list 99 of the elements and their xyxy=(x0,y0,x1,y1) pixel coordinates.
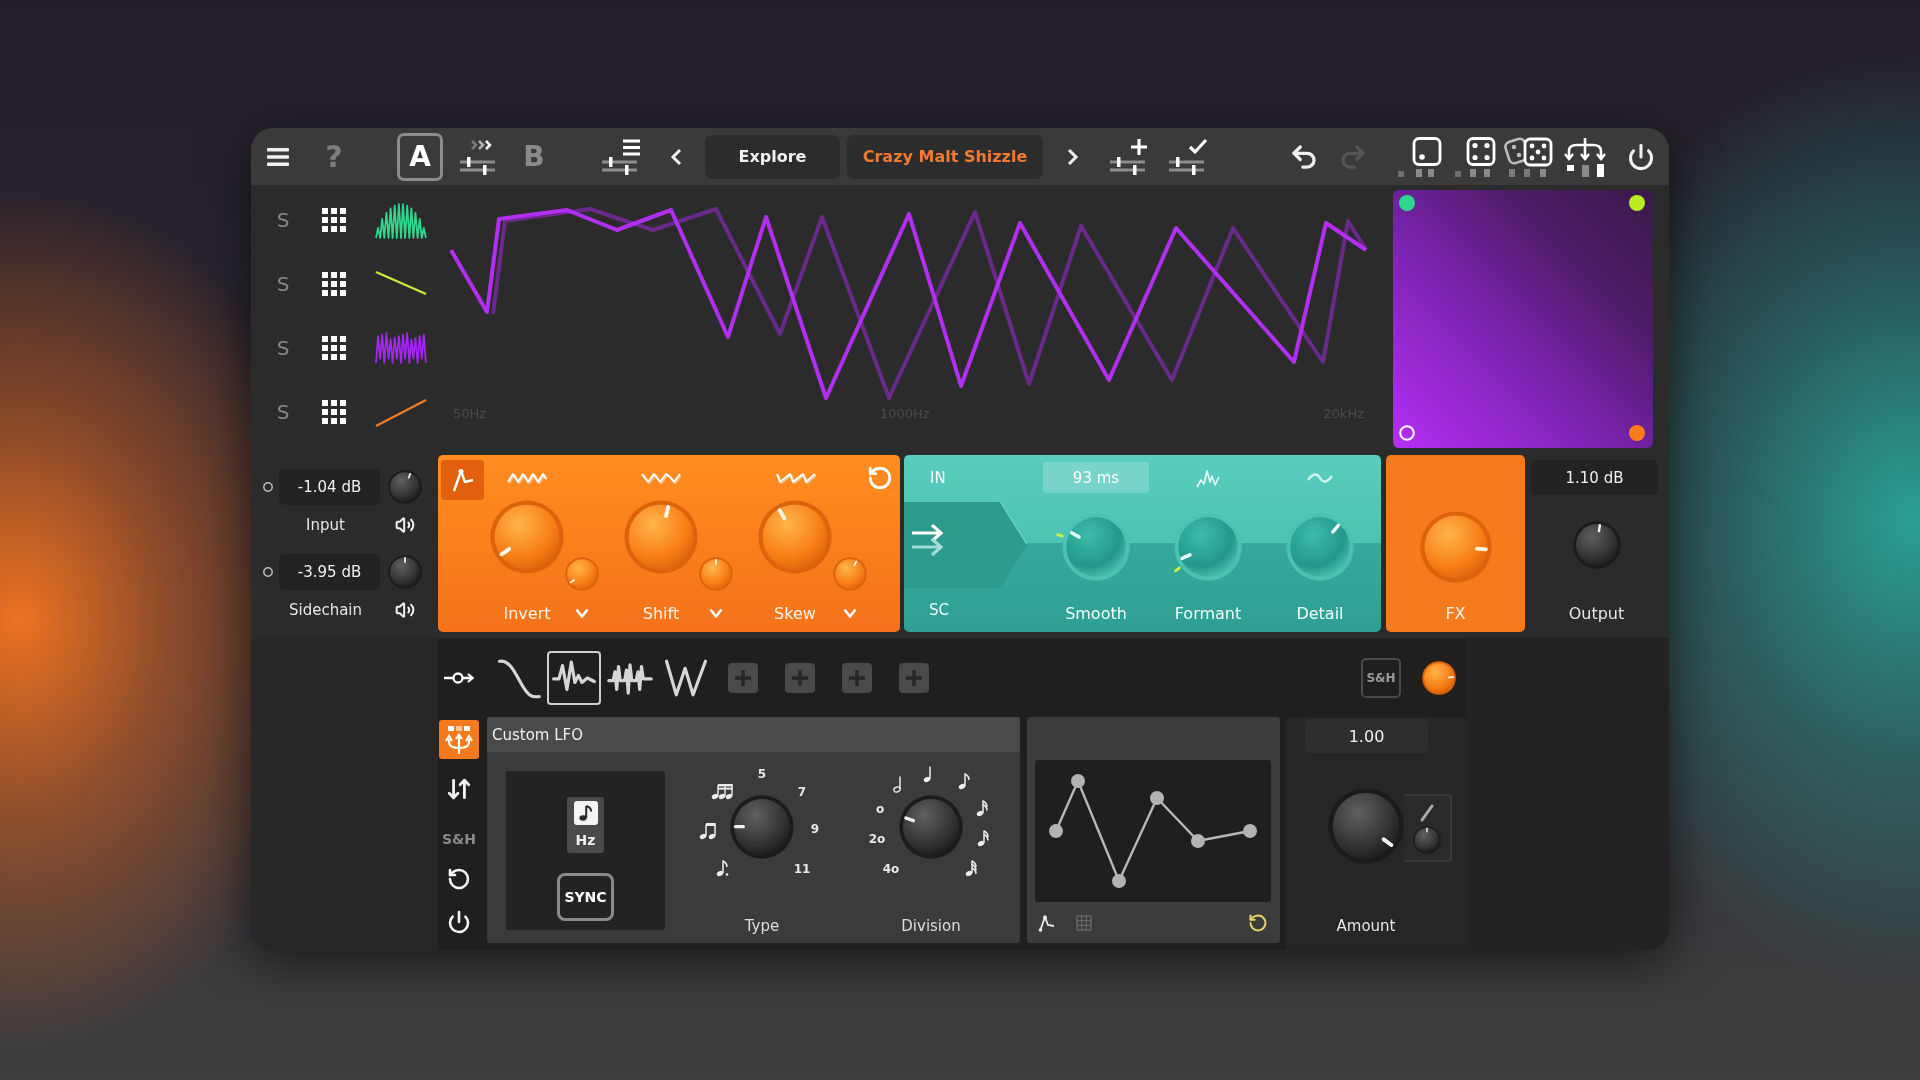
dotted-note-icon xyxy=(715,859,729,877)
grid-icon[interactable] xyxy=(322,400,346,424)
slash-icon xyxy=(1420,804,1434,822)
waveform-icon[interactable] xyxy=(374,200,428,240)
note-tile-icon xyxy=(573,801,598,825)
power-icon[interactable] xyxy=(447,910,471,934)
knob-label: Invert xyxy=(502,603,552,623)
value-display[interactable]: -1.04 dB xyxy=(279,469,380,505)
menu-icon[interactable] xyxy=(267,147,289,166)
rate-mode-button[interactable]: Hz xyxy=(567,797,604,853)
graph-point[interactable] xyxy=(1049,824,1063,838)
dot-icon[interactable] xyxy=(1399,195,1415,211)
eighth-note-icon xyxy=(957,772,971,790)
dial-tick-label: 2o xyxy=(868,832,886,846)
dot-icon[interactable] xyxy=(1629,425,1645,441)
triplet-notes-icon xyxy=(711,782,733,800)
peak-curve-icon[interactable] xyxy=(1038,913,1056,932)
dial-tick-label: 7 xyxy=(797,785,807,799)
solo-button[interactable]: S xyxy=(273,270,293,298)
double-arrow-icon xyxy=(910,523,944,557)
ring-icon[interactable] xyxy=(263,567,273,577)
graph-point[interactable] xyxy=(1071,774,1085,788)
knob-label: Type xyxy=(744,917,780,935)
power-icon[interactable] xyxy=(1627,142,1655,171)
chevron-left-icon[interactable] xyxy=(669,146,683,167)
knob-label: Smooth xyxy=(1065,603,1127,623)
dial-tick-label: 9 xyxy=(810,822,820,836)
routing-button[interactable] xyxy=(439,720,479,759)
up-down-arrows-icon[interactable] xyxy=(446,776,472,802)
sliders-check-icon[interactable] xyxy=(1168,137,1208,176)
sliders-plus-icon[interactable] xyxy=(1109,137,1149,176)
dial-tick-label: o xyxy=(875,802,885,816)
grid-icon[interactable] xyxy=(322,272,346,296)
in-label: IN xyxy=(930,468,946,487)
sample-hold-button[interactable]: S&H xyxy=(442,830,476,848)
explore-button[interactable]: Explore xyxy=(705,134,840,179)
sc-label: SC xyxy=(929,601,949,619)
preset-name-button[interactable]: Crazy Malt Shizzle xyxy=(847,134,1043,179)
sixteenth-note-icon xyxy=(975,799,989,817)
slot-button[interactable]: A xyxy=(397,132,443,181)
speaker-icon[interactable] xyxy=(395,515,415,535)
chevron-right-icon[interactable] xyxy=(1066,146,1080,167)
knob-label: Skew xyxy=(773,603,817,623)
caret-icon[interactable] xyxy=(709,608,723,618)
knob-label: Sidechain xyxy=(287,601,364,619)
peak-curve-icon xyxy=(451,468,474,492)
knob-label: FX xyxy=(1445,603,1466,623)
knob-label: Detail xyxy=(1296,603,1344,623)
graph-point[interactable] xyxy=(1191,834,1205,848)
dial-tick-label: 11 xyxy=(793,862,811,876)
knob-label: Amount xyxy=(1335,917,1397,935)
knob-label: Formant xyxy=(1174,603,1242,623)
value-display[interactable]: -3.95 dB xyxy=(279,554,380,590)
connector-icon[interactable] xyxy=(444,670,474,685)
plus-icon xyxy=(849,669,865,686)
knob-label: Division xyxy=(901,917,961,935)
grid-icon[interactable] xyxy=(322,208,346,232)
thirty-second-note-icon xyxy=(964,859,978,877)
solo-button[interactable]: S xyxy=(273,206,293,234)
graph-background[interactable] xyxy=(1035,760,1271,902)
speaker-icon[interactable] xyxy=(395,600,415,620)
dial-tick-label: 4o xyxy=(882,862,900,876)
slot-button[interactable]: B xyxy=(511,132,557,181)
dice-icon[interactable] xyxy=(1453,136,1496,177)
dial-tick-label: 5 xyxy=(757,767,767,781)
graph-point[interactable] xyxy=(1150,791,1164,805)
beamed-notes-icon xyxy=(699,822,717,840)
dot-icon[interactable] xyxy=(1629,195,1645,211)
lfo-title: Custom LFO xyxy=(492,725,584,744)
value-display[interactable]: 1.00 xyxy=(1305,719,1428,753)
plus-icon xyxy=(735,669,751,686)
plus-icon xyxy=(906,669,922,686)
reset-icon[interactable] xyxy=(1248,912,1268,933)
dice-icon[interactable] xyxy=(1396,136,1442,177)
copy-sliders-icon[interactable] xyxy=(459,137,497,176)
split-arrows-icon[interactable] xyxy=(1564,136,1606,177)
knob-label: Output xyxy=(1568,603,1625,623)
knob-label: Shift xyxy=(641,603,681,623)
grid-icon[interactable] xyxy=(322,336,346,360)
curve-button[interactable] xyxy=(441,460,484,500)
solo-button[interactable]: S xyxy=(273,334,293,362)
two-dice-icon[interactable] xyxy=(1504,136,1553,177)
plus-icon xyxy=(792,669,808,686)
ring-icon[interactable] xyxy=(263,482,273,492)
caret-icon[interactable] xyxy=(575,608,589,618)
sync-button[interactable]: SYNC xyxy=(557,873,614,921)
lfo-shape-tab[interactable] xyxy=(547,650,601,705)
graph-point[interactable] xyxy=(1243,824,1257,838)
caret-icon[interactable] xyxy=(843,608,857,618)
sample-hold-button[interactable]: S&H xyxy=(1361,657,1401,698)
graph-point[interactable] xyxy=(1112,874,1126,888)
knob[interactable] xyxy=(1422,660,1456,695)
knob-label: Input xyxy=(305,516,346,534)
solo-button[interactable]: S xyxy=(273,398,293,426)
reset-icon[interactable] xyxy=(447,867,471,891)
branch-arrows-icon xyxy=(445,724,473,755)
sixteenth-note-icon xyxy=(976,829,990,847)
value-display[interactable]: 1.10 dB xyxy=(1531,460,1658,495)
preset-list-icon[interactable] xyxy=(601,137,641,176)
